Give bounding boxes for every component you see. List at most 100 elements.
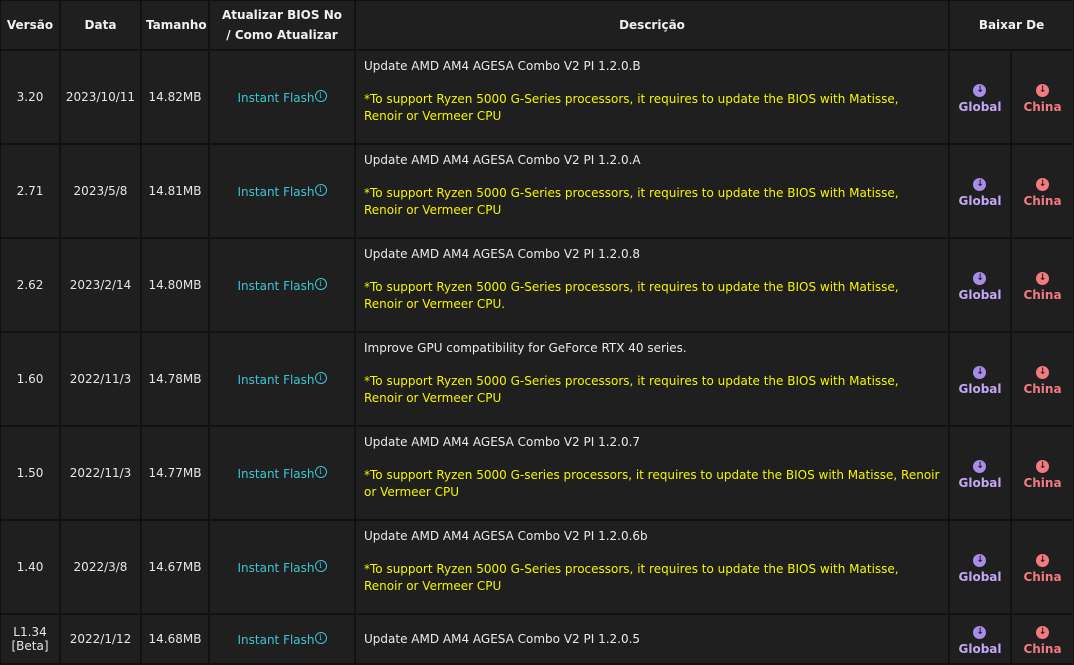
info-icon[interactable]: i [314,371,327,384]
download-china-cell: ↓ China [1012,615,1074,663]
download-global-label: Global [958,475,1002,490]
download-china-cell: ↓ China [1012,239,1074,331]
date-cell: 2022/3/8 [61,521,140,613]
table-row: 1.50 2022/11/3 14.77MB Instant Flash i Up… [1,427,1074,519]
header-update-line2: / Como Atualizar [226,28,338,42]
header-description: Descrição [356,1,948,49]
download-global-button[interactable]: ↓ Global [958,83,1002,114]
download-global-button[interactable]: ↓ Global [958,553,1002,584]
date-cell: 2023/5/8 [61,145,140,237]
instant-flash-link[interactable]: Instant Flash i [237,89,327,105]
info-icon[interactable]: i [314,89,327,102]
instant-flash-label: Instant Flash [237,632,315,647]
header-version: Versão [1,1,59,49]
version-cell: 2.62 [1,239,59,331]
download-arrow-icon: ↓ [973,365,987,379]
header-update-line1: Atualizar BIOS No [222,8,342,22]
date-cell: 2023/2/14 [61,239,140,331]
download-china-cell: ↓ China [1012,427,1074,519]
download-china-button[interactable]: ↓ China [1023,83,1062,114]
version-cell: 3.20 [1,51,59,143]
download-arrow-icon: ↓ [973,553,987,567]
description-cell: Update AMD AM4 AGESA Combo V2 PI 1.2.0.A… [356,145,948,237]
version-cell: 1.50 [1,427,59,519]
instant-flash-label: Instant Flash [237,278,315,293]
instant-flash-link[interactable]: Instant Flash i [237,277,327,293]
version-number: 2.62 [16,278,44,292]
version-tag: [Beta] [11,639,49,653]
header-download: Baixar De [950,1,1074,49]
download-global-cell: ↓ Global [950,239,1010,331]
date-cell: 2022/11/3 [61,333,140,425]
flash-cell: Instant Flash i [210,239,354,331]
date-cell: 2022/1/12 [61,615,140,663]
info-icon[interactable]: i [314,277,327,290]
download-global-label: Global [958,287,1002,302]
table-row: 1.60 2022/11/3 14.78MB Instant Flash i Im… [1,333,1074,425]
download-china-button[interactable]: ↓ China [1023,271,1062,302]
size-cell: 14.77MB [142,427,208,519]
info-icon[interactable]: i [314,183,327,196]
description-note: *To support Ryzen 5000 G-Series processo… [364,374,899,405]
instant-flash-link[interactable]: Instant Flash i [237,465,327,481]
version-number: 2.71 [16,184,44,198]
instant-flash-label: Instant Flash [237,90,315,105]
description-note: *To support Ryzen 5000 G-Series processo… [364,92,899,123]
size-cell: 14.82MB [142,51,208,143]
download-arrow-icon: ↓ [973,459,987,473]
instant-flash-label: Instant Flash [237,560,315,575]
version-number: L1.34 [13,625,47,639]
description-text: Update AMD AM4 AGESA Combo V2 PI 1.2.0.7 [364,435,641,449]
download-china-button[interactable]: ↓ China [1023,459,1062,490]
version-cell: L1.34 [Beta] [1,615,59,663]
download-china-button[interactable]: ↓ China [1023,177,1062,208]
description-cell: Improve GPU compatibility for GeForce RT… [356,333,948,425]
download-global-cell: ↓ Global [950,333,1010,425]
download-global-button[interactable]: ↓ Global [958,625,1002,656]
download-global-button[interactable]: ↓ Global [958,459,1002,490]
download-china-button[interactable]: ↓ China [1023,625,1062,656]
download-global-button[interactable]: ↓ Global [958,177,1002,208]
flash-cell: Instant Flash i [210,521,354,613]
info-icon[interactable]: i [314,559,327,572]
description-text: Update AMD AM4 AGESA Combo V2 PI 1.2.0.6… [364,529,648,543]
size-cell: 14.81MB [142,145,208,237]
flash-cell: Instant Flash i [210,145,354,237]
download-china-cell: ↓ China [1012,521,1074,613]
description-note: *To support Ryzen 5000 G-Series processo… [364,186,899,217]
header-row: Versão Data Tamanho Atualizar BIOS No / … [1,1,1074,49]
instant-flash-label: Instant Flash [237,372,315,387]
download-china-label: China [1023,287,1062,302]
date-cell: 2022/11/3 [61,427,140,519]
download-global-label: Global [958,381,1002,396]
download-global-button[interactable]: ↓ Global [958,365,1002,396]
instant-flash-link[interactable]: Instant Flash i [237,559,327,575]
table-row: 2.62 2023/2/14 14.80MB Instant Flash i Up… [1,239,1074,331]
download-china-button[interactable]: ↓ China [1023,553,1062,584]
download-arrow-icon: ↓ [973,625,987,639]
description-text: Update AMD AM4 AGESA Combo V2 PI 1.2.0.A [364,153,641,167]
table-row: 1.40 2022/3/8 14.67MB Instant Flash i Upd… [1,521,1074,613]
download-arrow-icon: ↓ [1036,271,1049,285]
instant-flash-link[interactable]: Instant Flash i [237,183,327,199]
download-china-cell: ↓ China [1012,145,1074,237]
version-cell: 1.60 [1,333,59,425]
info-icon[interactable]: i [314,465,327,478]
info-icon[interactable]: i [314,631,327,644]
description-note: *To support Ryzen 5000 G-Series processo… [364,280,899,311]
instant-flash-label: Instant Flash [237,184,315,199]
header-date: Data [61,1,140,49]
download-china-cell: ↓ China [1012,51,1074,143]
flash-cell: Instant Flash i [210,333,354,425]
instant-flash-link[interactable]: Instant Flash i [237,631,327,647]
download-global-button[interactable]: ↓ Global [958,271,1002,302]
table-row: 2.71 2023/5/8 14.81MB Instant Flash i Upd… [1,145,1074,237]
instant-flash-link[interactable]: Instant Flash i [237,371,327,387]
description-text: Update AMD AM4 AGESA Combo V2 PI 1.2.0.5 [364,631,641,646]
download-china-label: China [1023,193,1062,208]
description-cell: Update AMD AM4 AGESA Combo V2 PI 1.2.0.B… [356,51,948,143]
version-number: 1.50 [16,466,44,480]
description-text: Improve GPU compatibility for GeForce RT… [364,341,687,355]
download-china-button[interactable]: ↓ China [1023,365,1062,396]
download-china-label: China [1023,475,1062,490]
